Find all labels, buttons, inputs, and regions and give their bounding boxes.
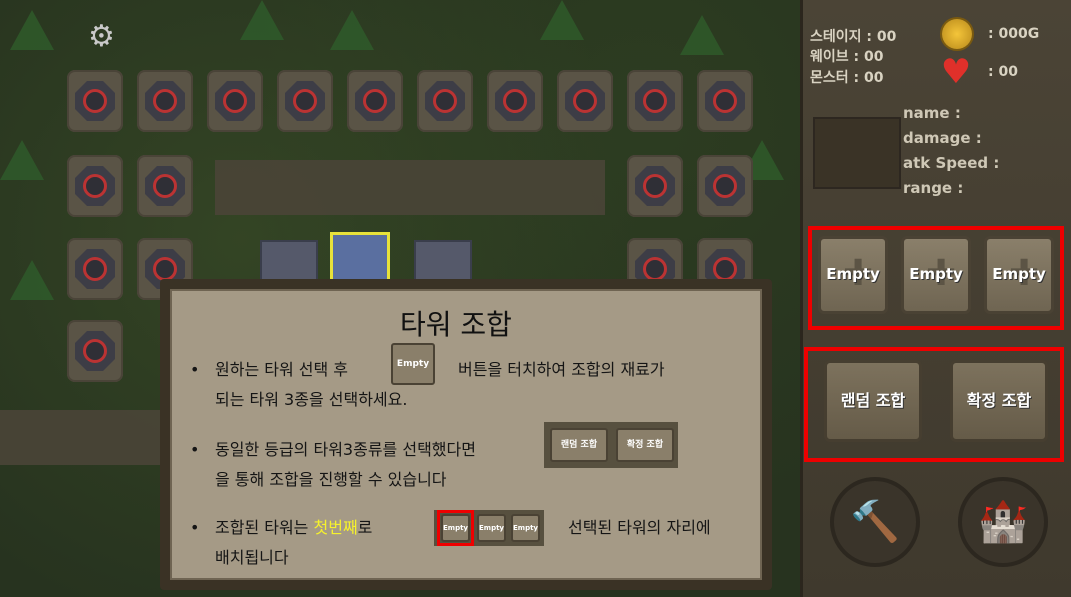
tutorial-title: 타워 조합 bbox=[400, 308, 512, 341]
tutorial-text: 로 bbox=[357, 518, 373, 537]
combine-slot-2[interactable]: ✚ Empty bbox=[901, 236, 971, 314]
mini-empty-button: Empty bbox=[391, 343, 435, 385]
castle-icon[interactable]: 🏰 bbox=[958, 477, 1048, 567]
tower-damage-label: damage : bbox=[903, 129, 982, 147]
combine-slot-1[interactable]: ✚ Empty bbox=[818, 236, 888, 314]
tower-slot[interactable] bbox=[627, 155, 683, 217]
hammer-icon[interactable]: 🔨 bbox=[830, 477, 920, 567]
tree bbox=[10, 260, 54, 300]
tower-slot[interactable] bbox=[137, 70, 193, 132]
mini-slot-2: Empty bbox=[477, 514, 506, 542]
life-label: : 00 bbox=[988, 64, 1018, 80]
tower-slot[interactable] bbox=[137, 155, 193, 217]
bullet-dot: • bbox=[190, 360, 200, 379]
tower-slot[interactable] bbox=[697, 155, 753, 217]
tower-slot[interactable] bbox=[277, 70, 333, 132]
tower-slot[interactable] bbox=[627, 70, 683, 132]
tutorial-text: 조합된 타워는 첫번째로 bbox=[215, 518, 372, 538]
tower-slot[interactable] bbox=[67, 155, 123, 217]
tower-slot[interactable] bbox=[417, 70, 473, 132]
tower-slot[interactable] bbox=[347, 70, 403, 132]
wave-label: 웨이브 : 00 bbox=[810, 49, 884, 65]
tutorial-text: 동일한 등급의 타워3종류를 선택했다면 bbox=[215, 440, 476, 459]
tower-slot[interactable] bbox=[207, 70, 263, 132]
gold-label: : 000G bbox=[988, 26, 1040, 42]
tower-atk-speed-label: atk Speed : bbox=[903, 154, 1000, 172]
tree bbox=[240, 0, 284, 40]
combine-slot-label: Empty bbox=[826, 265, 880, 283]
tower-slot[interactable] bbox=[67, 320, 123, 382]
tutorial-text: 되는 타워 3종을 선택하세요. bbox=[215, 390, 408, 409]
tutorial-text: 배치됩니다 bbox=[215, 548, 289, 567]
mini-slot-1: Empty bbox=[441, 514, 470, 542]
tutorial-text: 조합된 타워는 bbox=[215, 518, 309, 537]
tower-slot[interactable] bbox=[557, 70, 613, 132]
tree bbox=[680, 15, 724, 55]
tower-name-label: name : bbox=[903, 104, 961, 122]
highlight-text: 첫번째 bbox=[313, 518, 358, 537]
mini-slot-3: Empty bbox=[511, 514, 540, 542]
monster-label: 몬스터 : 00 bbox=[810, 70, 884, 86]
enemy-path bbox=[0, 410, 170, 465]
heart-icon: ♥ bbox=[940, 52, 972, 92]
tower-slot[interactable] bbox=[67, 238, 123, 300]
tutorial-text: 을 통해 조합을 진행할 수 있습니다 bbox=[215, 470, 447, 489]
gear-icon[interactable]: ⚙ bbox=[88, 22, 118, 52]
combine-slot-label: Empty bbox=[909, 265, 963, 283]
tower-range-label: range : bbox=[903, 179, 964, 197]
tree bbox=[330, 10, 374, 50]
tower-slot[interactable] bbox=[697, 70, 753, 132]
enemy-path bbox=[215, 160, 605, 215]
tower-portrait bbox=[813, 117, 901, 189]
tower-slot[interactable] bbox=[487, 70, 543, 132]
stage-label: 스테이지 : 00 bbox=[810, 29, 897, 45]
bullet-dot: • bbox=[190, 440, 200, 459]
tutorial-text: 버튼을 터치하여 조합의 재료가 bbox=[458, 360, 665, 379]
tree bbox=[0, 140, 44, 180]
tower-slot[interactable] bbox=[67, 70, 123, 132]
combine-slot-3[interactable]: ✚ Empty bbox=[984, 236, 1054, 314]
confirm-combine-button[interactable]: 확정 조합 bbox=[950, 360, 1048, 442]
mini-random-button: 랜덤 조합 bbox=[550, 428, 608, 462]
tree bbox=[540, 0, 584, 40]
combine-slot-label: Empty bbox=[992, 265, 1046, 283]
mini-confirm-button: 확정 조합 bbox=[616, 428, 674, 462]
tutorial-text: 원하는 타워 선택 후 bbox=[215, 360, 349, 379]
tree bbox=[10, 10, 54, 50]
bullet-dot: • bbox=[190, 518, 200, 537]
coin-icon bbox=[942, 19, 972, 49]
random-combine-button[interactable]: 랜덤 조합 bbox=[824, 360, 922, 442]
tutorial-text: 선택된 타워의 자리에 bbox=[568, 518, 711, 537]
